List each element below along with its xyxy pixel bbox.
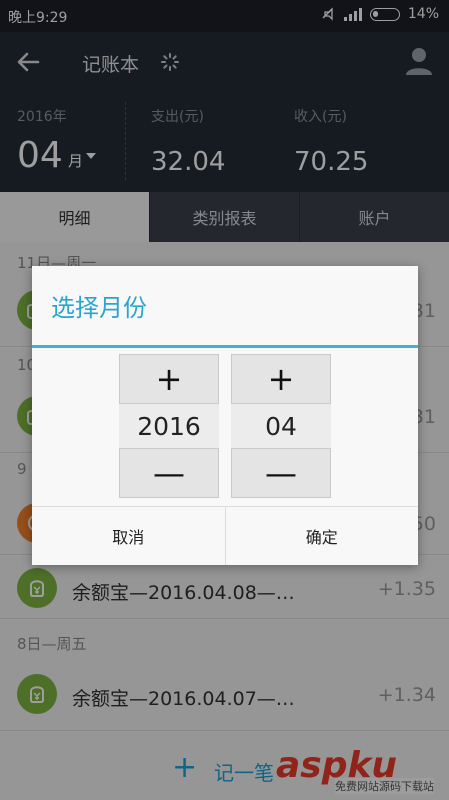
year-increment-button[interactable]: + bbox=[119, 354, 219, 404]
dialog-actions: 取消 确定 bbox=[32, 506, 418, 565]
month-increment-button[interactable]: + bbox=[231, 354, 331, 404]
month-picker: + 04 — bbox=[231, 354, 331, 498]
dialog-title-underline bbox=[32, 345, 418, 348]
year-decrement-button[interactable]: — bbox=[119, 448, 219, 498]
year-picker: + 2016 — bbox=[119, 354, 219, 498]
month-decrement-button[interactable]: — bbox=[231, 448, 331, 498]
year-value: 2016 bbox=[119, 404, 219, 448]
dialog-title: 选择月份 bbox=[51, 294, 147, 322]
month-picker-dialog: 选择月份 + 2016 — + 04 — 取消 确定 bbox=[32, 266, 418, 565]
confirm-button[interactable]: 确定 bbox=[224, 507, 419, 565]
cancel-button[interactable]: 取消 bbox=[32, 507, 225, 565]
month-value: 04 bbox=[231, 404, 331, 448]
